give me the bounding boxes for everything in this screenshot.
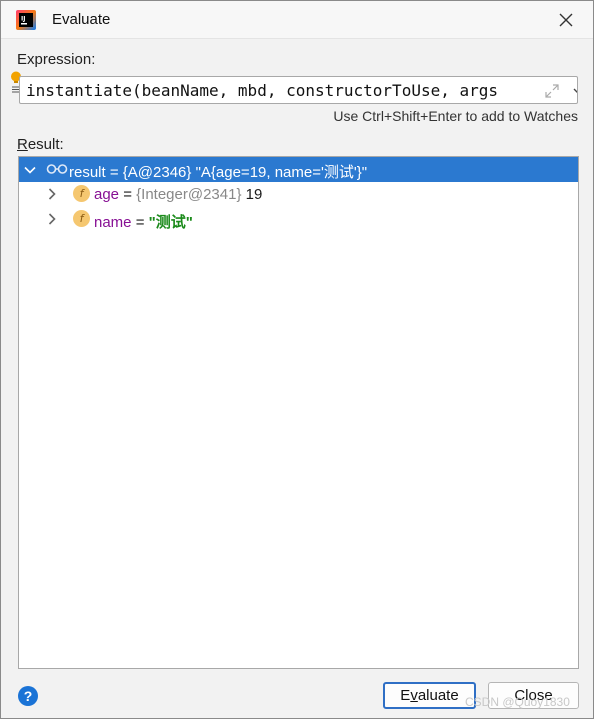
evaluate-label-prefix: E (400, 687, 411, 704)
expression-arg-constructor: constructorToUse (286, 81, 441, 100)
expression-input[interactable]: instantiate(beanName, mbd, constructorTo… (19, 76, 578, 104)
expression-code: instantiate(beanName, mbd, constructorTo… (26, 81, 520, 100)
result-value-text: result = {A@2346} "A{age=19, name='测试'}" (69, 164, 368, 181)
expression-code-prefix: instantiate(beanName, mbd, (26, 81, 287, 100)
close-icon (559, 13, 573, 27)
age-equals: = (119, 186, 137, 203)
name-field-name: name (94, 214, 132, 231)
age-type: {Integer@2341} (136, 186, 242, 203)
evaluate-label-mnemonic: v (410, 687, 418, 704)
name-value: "测试" (148, 214, 193, 231)
title-bar: IJ Evaluate (1, 1, 593, 39)
evaluate-button[interactable]: Ev aluate (383, 682, 476, 709)
chevron-right-icon[interactable] (46, 188, 58, 200)
name-equals: = (131, 214, 149, 231)
evaluate-label-rest: aluate (417, 687, 459, 704)
age-value: 19 (241, 186, 263, 203)
watches-hint: Use Ctrl+Shift+Enter to add to Watches (333, 108, 578, 124)
name-field-text: name = "测试" (94, 211, 193, 232)
expression-label: Expression: (17, 51, 96, 68)
field-icon: f (73, 210, 90, 227)
tree-row-name[interactable]: f name = "测试" (19, 207, 578, 232)
tree-row-age[interactable]: f age = {Integer@2341} 19 (19, 182, 578, 207)
age-field-name: age (94, 186, 120, 203)
evaluate-dialog: IJ Evaluate Expression: instantiate(bean… (0, 0, 594, 719)
tree-row-result[interactable]: result = {A@2346} "A{age=19, name='测试'}" (19, 157, 578, 182)
age-field-text: age = {Integer@2341} 19 (94, 186, 262, 203)
window-title: Evaluate (52, 11, 111, 28)
chevron-right-icon[interactable] (46, 213, 58, 225)
chevron-down-icon[interactable] (24, 164, 36, 176)
close-window-button[interactable] (552, 6, 580, 34)
help-button[interactable]: ? (18, 686, 38, 706)
glasses-icon (46, 164, 68, 174)
intellij-idea-icon: IJ (16, 10, 36, 30)
svg-text:IJ: IJ (21, 16, 25, 23)
watermark-text: CSDN @Quoy1830 (465, 695, 570, 709)
expand-icon[interactable] (543, 82, 561, 100)
chevron-down-icon[interactable] (572, 84, 578, 98)
result-label-mnemonic: R (17, 136, 28, 153)
result-label: Result: (17, 136, 64, 153)
field-icon: f (73, 185, 90, 202)
expression-arg-args: args (459, 81, 499, 100)
result-tree[interactable]: result = {A@2346} "A{age=19, name='测试'}"… (18, 156, 579, 669)
result-label-rest: esult: (27, 136, 64, 153)
expression-separator: , (440, 81, 460, 100)
